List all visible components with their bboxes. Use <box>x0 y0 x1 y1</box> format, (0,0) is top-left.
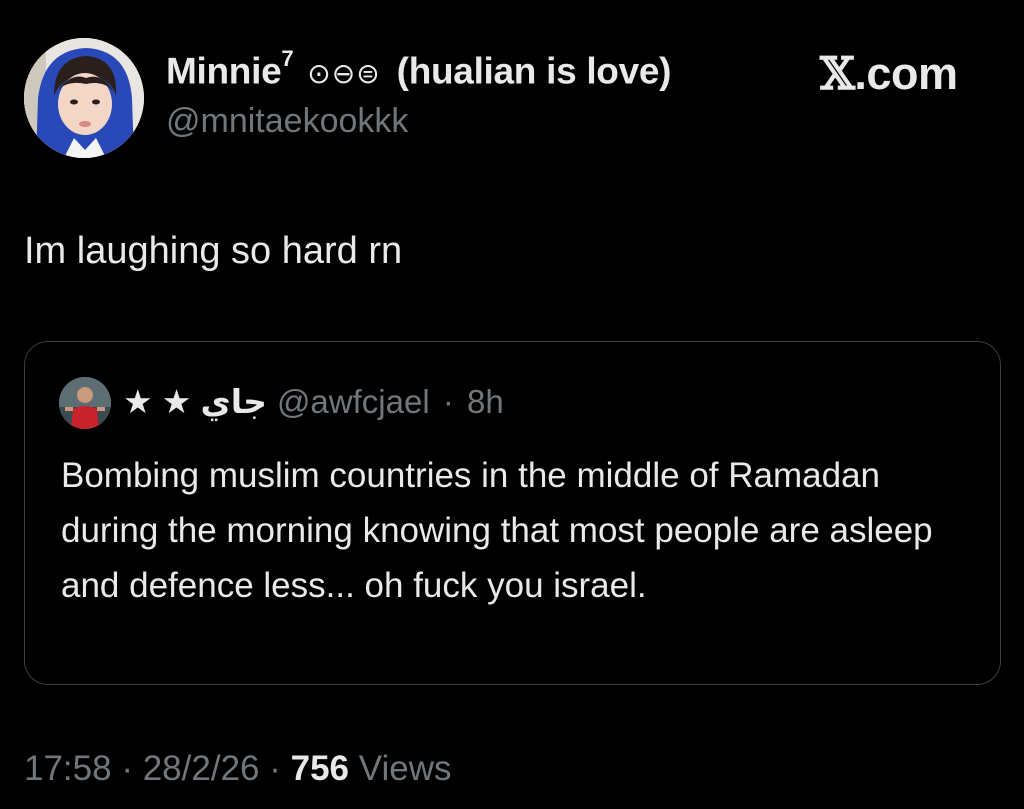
tweet-text: Im laughing so hard rn <box>24 230 403 272</box>
quoted-tweet-card[interactable]: ★ ★ جاي @awfcjael · 8h Bombing muslim cou… <box>24 341 1001 685</box>
views-label: Views <box>358 749 452 788</box>
quoted-author-name[interactable]: ★ ★ جاي <box>123 383 267 420</box>
tweet-date: 28/2/26 <box>142 749 260 788</box>
quoted-tweet-header: ★ ★ جاي @awfcjael · 8h <box>123 382 504 421</box>
tweet-screenshot: Minnie7 ⊙⊖⊜ (hualian is love) @mnitaekoo… <box>0 0 1024 809</box>
x-brand: 𝕏.com <box>820 47 958 100</box>
quoted-separator: · <box>442 383 454 420</box>
quoted-author-handle[interactable]: @awfcjael <box>277 383 430 420</box>
author-handle[interactable]: @mnitaekookkk <box>166 102 408 141</box>
quoted-author-avatar[interactable] <box>59 377 111 429</box>
author-name-symbols: ⊙⊖⊜ <box>307 58 381 90</box>
author-name-suffix: (hualian is love) <box>396 50 672 92</box>
x-logo-icon: 𝕏 <box>820 47 855 100</box>
tweet-meta: 17:58 · 28/2/26 · 756 Views <box>24 749 452 789</box>
meta-separator: · <box>121 749 133 788</box>
views-count: 756 <box>290 749 350 788</box>
tweet-time: 17:58 <box>24 749 112 788</box>
author-name-superscript: 7 <box>281 46 294 71</box>
author-avatar[interactable] <box>24 38 144 158</box>
quoted-author-avatar-image <box>59 377 111 429</box>
author-display-name[interactable]: Minnie7 ⊙⊖⊜ (hualian is love) <box>166 46 672 92</box>
meta-separator: · <box>269 749 281 788</box>
quoted-tweet-text: Bombing muslim countries in the middle o… <box>61 456 933 605</box>
author-name-text: Minnie <box>166 50 282 92</box>
quoted-time-ago: 8h <box>467 383 504 420</box>
x-brand-domain: .com <box>854 48 958 99</box>
author-avatar-image <box>24 38 144 158</box>
